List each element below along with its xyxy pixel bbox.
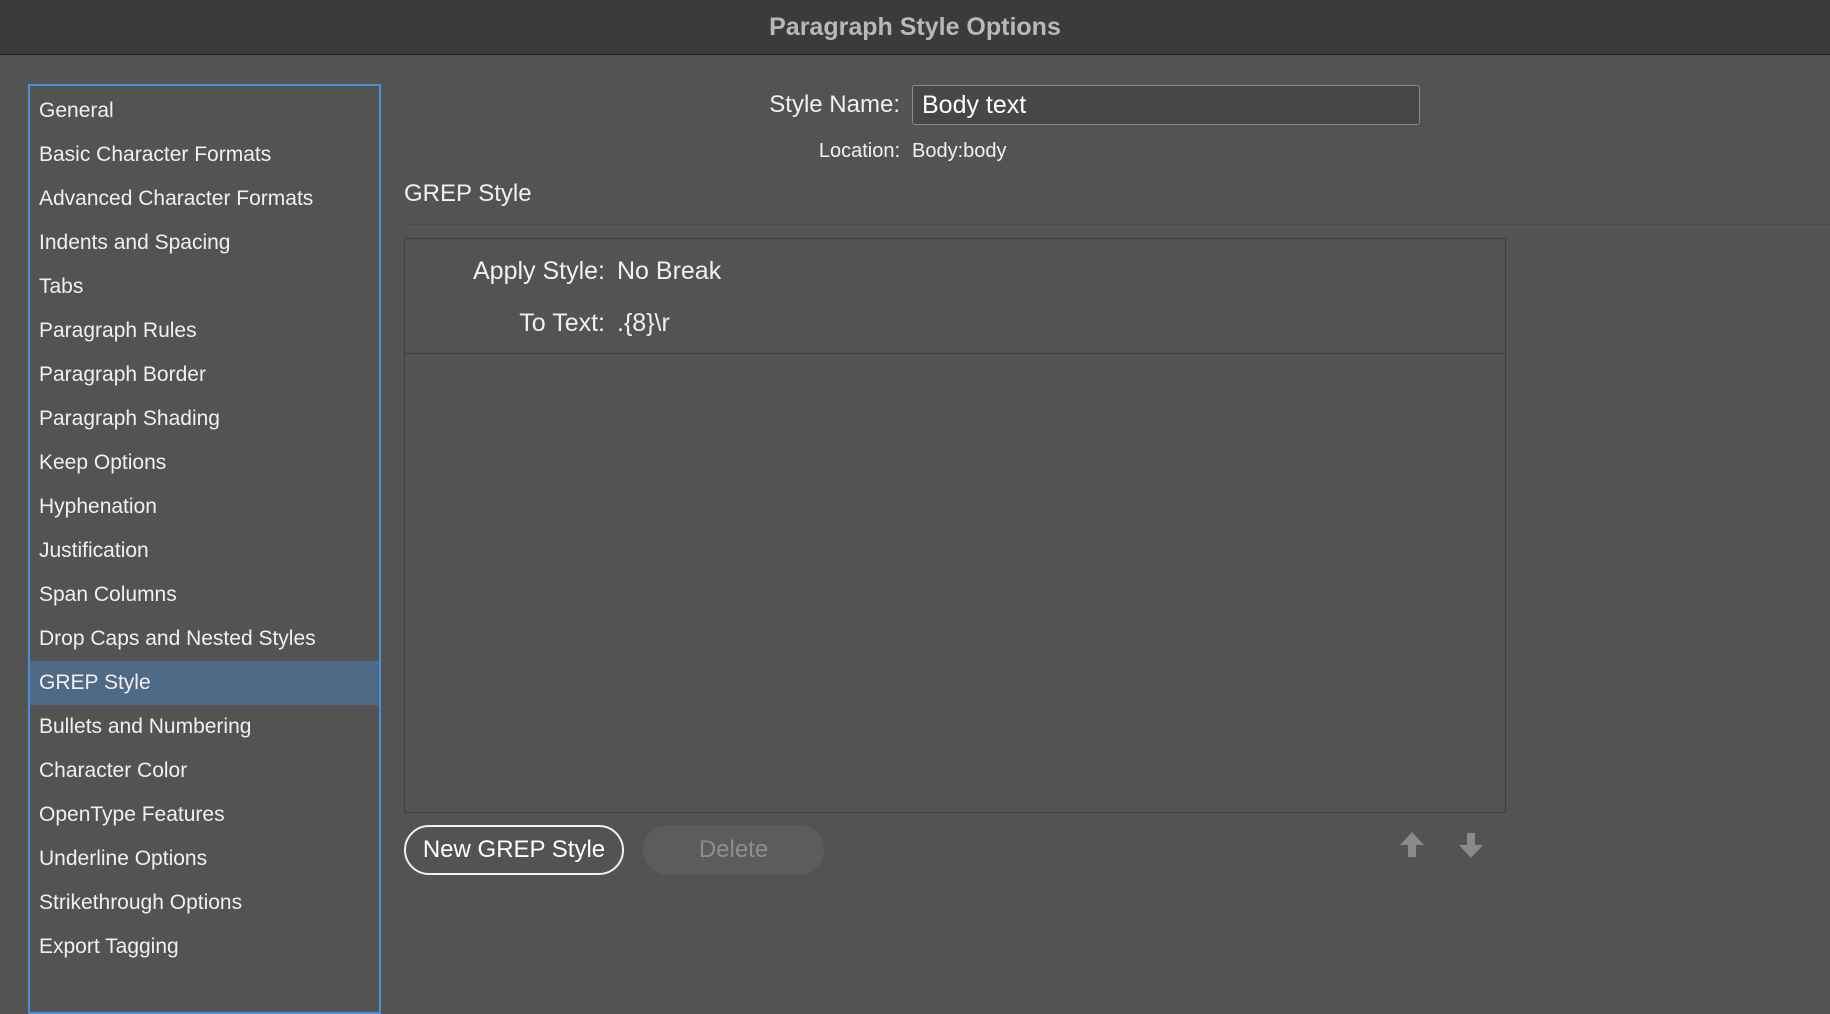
style-name-field[interactable] — [912, 85, 1420, 125]
move-up-button[interactable] — [1398, 830, 1426, 860]
section-title: GREP Style — [404, 180, 532, 207]
apply-style-value[interactable]: No Break — [617, 257, 721, 286]
sidebar-item-paragraph-shading[interactable]: Paragraph Shading — [30, 397, 379, 441]
grep-style-entry[interactable]: Apply Style: No Break To Text: .{8}\r — [405, 239, 1505, 354]
sidebar-item-advanced-character-formats[interactable]: Advanced Character Formats — [30, 177, 379, 221]
location-value: Body:body — [912, 140, 1007, 162]
sidebar-item-opentype-features[interactable]: OpenType Features — [30, 793, 379, 837]
sidebar-item-general[interactable]: General — [30, 89, 379, 133]
sidebar-item-character-color[interactable]: Character Color — [30, 749, 379, 793]
to-text-value[interactable]: .{8}\r — [617, 309, 670, 338]
grep-style-list[interactable]: Apply Style: No Break To Text: .{8}\r — [404, 238, 1506, 813]
dialog-title: Paragraph Style Options — [0, 0, 1830, 55]
sidebar-item-bullets-and-numbering[interactable]: Bullets and Numbering — [30, 705, 379, 749]
sidebar-item-paragraph-rules[interactable]: Paragraph Rules — [30, 309, 379, 353]
style-name-label: Style Name: — [769, 91, 900, 118]
sidebar-item-underline-options[interactable]: Underline Options — [30, 837, 379, 881]
paragraph-style-options-dialog: Paragraph Style Options General Basic Ch… — [0, 0, 1830, 1014]
sidebar-item-tabs[interactable]: Tabs — [30, 265, 379, 309]
sidebar-item-span-columns[interactable]: Span Columns — [30, 573, 379, 617]
sidebar-item-hyphenation[interactable]: Hyphenation — [30, 485, 379, 529]
to-text-label: To Text: — [519, 309, 605, 337]
sidebar-item-export-tagging[interactable]: Export Tagging — [30, 925, 379, 969]
sidebar-item-basic-character-formats[interactable]: Basic Character Formats — [30, 133, 379, 177]
sidebar-item-justification[interactable]: Justification — [30, 529, 379, 573]
location-label: Location: — [818, 140, 900, 162]
sidebar-item-keep-options[interactable]: Keep Options — [30, 441, 379, 485]
arrow-down-icon — [1459, 833, 1483, 858]
sidebar-item-paragraph-border[interactable]: Paragraph Border — [30, 353, 379, 397]
sidebar-item-drop-caps-and-nested-styles[interactable]: Drop Caps and Nested Styles — [30, 617, 379, 661]
sidebar-item-strikethrough-options[interactable]: Strikethrough Options — [30, 881, 379, 925]
sidebar-item-indents-and-spacing[interactable]: Indents and Spacing — [30, 221, 379, 265]
delete-button[interactable]: Delete — [643, 825, 824, 875]
arrow-up-icon — [1400, 832, 1424, 857]
new-grep-style-button[interactable]: New GREP Style — [404, 825, 624, 875]
sidebar-item-grep-style[interactable]: GREP Style — [30, 661, 379, 705]
apply-style-label: Apply Style: — [472, 257, 605, 285]
category-list[interactable]: General Basic Character Formats Advanced… — [28, 84, 381, 1014]
section-divider — [404, 224, 1830, 225]
move-down-button[interactable] — [1457, 830, 1485, 860]
